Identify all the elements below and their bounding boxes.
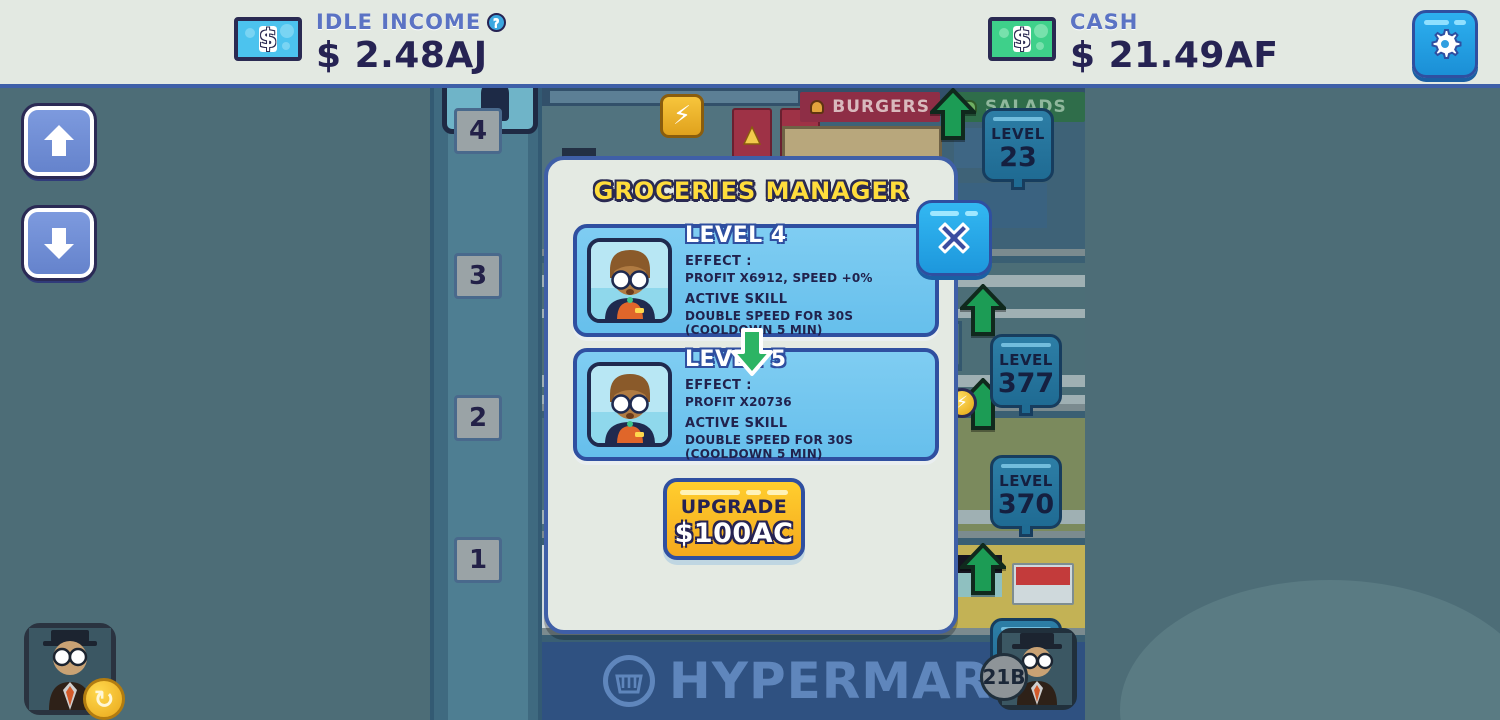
manager-slot[interactable]: ↻	[24, 623, 125, 720]
level-badge-value: 370	[997, 489, 1055, 520]
level-badge-value: 23	[999, 142, 1037, 173]
burger-icon	[810, 100, 825, 114]
card-effect-value: PROFIT X6912, SPEED +0%	[685, 270, 873, 285]
card-effect-value: PROFIT X20736	[685, 394, 792, 409]
card-skill-label: ACTIVE SKILL	[685, 291, 788, 307]
green-banknote-icon: $	[988, 17, 1060, 69]
upgrade-arrow-floor-2[interactable]	[957, 283, 1009, 336]
manager-modal: GROCERIES MANAGER LEVEL 4 EFFECT: PROFI…	[544, 156, 992, 634]
scroll-up-button[interactable]	[21, 103, 97, 179]
idle-income-value: $ 2.48AJ	[316, 35, 488, 76]
card-level-title: LEVEL 5	[685, 346, 787, 372]
modal-title: GROCERIES MANAGER	[593, 177, 909, 205]
close-button[interactable]	[916, 200, 992, 276]
gear-icon	[1431, 29, 1462, 59]
button-shine	[930, 211, 978, 216]
card-skill-value: DOUBLE SPEED FOR 30S (COOLDOWN 5 MIN)	[685, 308, 854, 337]
cash-label: CASH	[1070, 10, 1139, 34]
game-world: ↻ 4 3 2 1 ⚡ BURGERS SALADS HYPERMART LEV…	[0, 88, 1500, 720]
store-name: HYPERMART	[668, 652, 1025, 710]
button-shine	[1424, 20, 1466, 25]
burgers-sign: BURGERS	[800, 92, 940, 122]
manager-card-texts: LEVEL 4 EFFECT : PROFIT X6912, SPEED +0%…	[685, 222, 925, 337]
upgrade-arrow-floor-4[interactable]	[957, 542, 1009, 595]
boost-button[interactable]: ⚡	[660, 94, 704, 138]
level-badge-value: 377	[997, 368, 1055, 399]
scroll-down-button[interactable]	[21, 205, 97, 281]
cash-stat: $ CASH $ 21.49AF	[988, 12, 1278, 75]
manager-avatar	[587, 238, 672, 323]
manager-avatar	[587, 362, 672, 447]
floor-marker-3[interactable]: 3	[454, 253, 502, 299]
upgrade-label: UPGRADE	[680, 495, 788, 518]
level-badge-label: LEVEL	[999, 351, 1053, 369]
burgers-sign-text: BURGERS	[832, 97, 930, 117]
card-level-title: LEVEL 4	[685, 222, 787, 248]
tycoon-slot[interactable]: 21B	[980, 628, 1077, 710]
floor-marker-2[interactable]: 2	[454, 395, 502, 441]
button-shine	[680, 490, 788, 495]
card-effect-label: EFFECT :	[685, 253, 752, 269]
card-effect-label: EFFECT :	[685, 377, 752, 393]
manager-portrait-icon	[591, 366, 668, 443]
manager-refresh-icon[interactable]: ↻	[83, 678, 125, 720]
hud-topbar: $ IDLE INCOME ? $ 2.48AJ $ CASH $ 21.49A…	[0, 0, 1500, 88]
basket-icon	[602, 655, 655, 707]
blue-banknote-icon: $	[234, 17, 306, 69]
settings-button[interactable]	[1412, 10, 1478, 78]
upgrade-button[interactable]: UPGRADE $100AC	[663, 478, 805, 560]
card-skill-value: DOUBLE SPEED FOR 30S (COOLDOWN 5 MIN)	[685, 432, 854, 461]
card-skill-label: ACTIVE SKILL	[685, 415, 788, 431]
help-icon[interactable]: ?	[487, 13, 507, 32]
background-right	[1085, 88, 1500, 720]
upgrade-price: $100AC	[674, 517, 794, 549]
game-screen: $ IDLE INCOME ? $ 2.48AJ $ CASH $ 21.49A…	[0, 0, 1500, 720]
floor-marker-4[interactable]: 4	[454, 108, 502, 154]
level-badge-370[interactable]: LEVEL 370	[990, 455, 1062, 537]
manager-card-texts: LEVEL 5 EFFECT : PROFIT X20736 ACTIVE SK…	[685, 346, 925, 461]
level-badge-23[interactable]: LEVEL 23	[982, 108, 1054, 190]
idle-income-label-text: IDLE INCOME	[316, 10, 482, 34]
level-progress-arrow-icon	[730, 328, 774, 376]
elevator-shaft: 4 3 2 1	[430, 88, 542, 720]
arrow-up-icon	[44, 125, 74, 156]
cash-value: $ 21.49AF	[1070, 35, 1279, 76]
upgrade-arrow-floor-top[interactable]	[927, 88, 979, 140]
level-badge-377[interactable]: LEVEL 377	[990, 334, 1062, 416]
level-badge-label: LEVEL	[999, 472, 1053, 490]
arrow-down-icon	[44, 228, 74, 259]
floor-marker-1[interactable]: 1	[454, 537, 502, 583]
idle-income-label: IDLE INCOME ?	[316, 10, 507, 34]
idle-income-stat: $ IDLE INCOME ? $ 2.48AJ	[234, 10, 507, 76]
manager-portrait-icon	[591, 242, 668, 319]
manager-level-card-current: LEVEL 4 EFFECT : PROFIT X6912, SPEED +0%…	[573, 224, 939, 337]
tycoon-count-badge: 21B	[980, 653, 1028, 701]
level-badge-label: LEVEL	[991, 125, 1045, 143]
close-icon	[938, 222, 970, 254]
produce-crate	[1012, 563, 1074, 605]
